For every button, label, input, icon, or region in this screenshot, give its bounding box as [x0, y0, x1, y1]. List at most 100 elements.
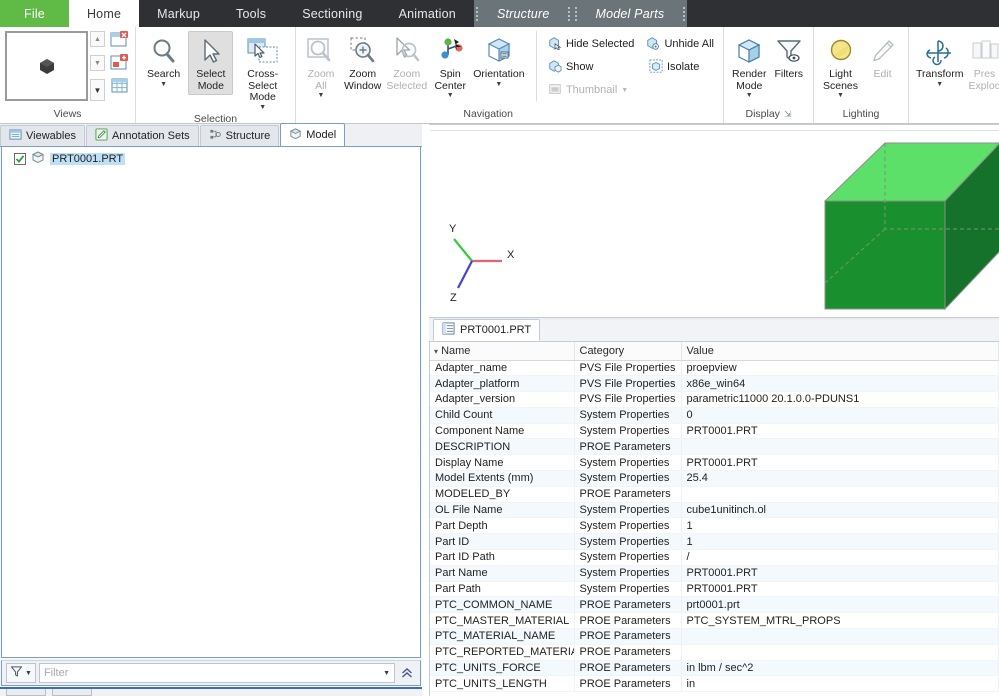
render-mode-button[interactable]: Render Mode ▼ [730, 31, 769, 102]
table-row[interactable]: Part Path System Properties PRT0001.PRT [430, 581, 999, 598]
view-thumbnail[interactable] [5, 31, 88, 101]
transform-button[interactable]: Transform ▼ [914, 31, 965, 91]
chevron-down-icon[interactable]: ▼ [259, 104, 266, 111]
filter-input[interactable]: Filter ▼ [38, 663, 395, 683]
table-row[interactable]: Part ID System Properties 1 [430, 533, 999, 551]
collapse-all-button[interactable] [398, 663, 416, 683]
isolate-button[interactable]: Isolate [645, 56, 703, 78]
column-header-name[interactable]: ▾ Name [430, 342, 575, 361]
show-button[interactable]: Show [544, 56, 641, 78]
table-row[interactable]: Adapter_platform PVS File Properties x86e_… [430, 375, 999, 393]
isolate-label: Isolate [666, 61, 700, 73]
edit-light-button[interactable]: Edit [862, 31, 903, 84]
tree-item-label: PRT0001.PRT [50, 152, 126, 165]
tab-tools[interactable]: Tools [218, 0, 284, 27]
cell-category: System Properties [574, 565, 682, 582]
left-panel-tabs: Viewables Annotation Sets Structure Mode… [0, 123, 422, 147]
unhide-all-button[interactable]: Unhide All [642, 33, 718, 55]
orientation-button[interactable]: Orientation ▼ [471, 31, 526, 91]
chevron-down-icon[interactable]: ▼ [383, 670, 390, 677]
table-row[interactable]: PTC_COMMON_NAME PROE Parameters prt0001.pr… [430, 596, 999, 614]
column-header-category[interactable]: Category [574, 342, 682, 361]
table-row[interactable]: Part Name System Properties PRT0001.PRT [430, 565, 999, 582]
left-panel: Viewables Annotation Sets Structure Mode… [0, 123, 422, 696]
view-grid-icon[interactable] [110, 77, 129, 97]
zoom-all-button[interactable]: Zoom All ▼ [301, 31, 341, 102]
thumbnail-icon [548, 82, 562, 99]
cross-select-mode-button[interactable]: Cross-Select Mode ▼ [235, 31, 290, 114]
cell-category: PVS File Properties [574, 375, 682, 393]
table-row[interactable]: DESCRIPTION PROE Parameters [430, 438, 999, 456]
delete-view-icon[interactable] [110, 31, 129, 51]
table-row[interactable]: Model Extents (mm) System Properties 25.4 [430, 470, 999, 487]
chevron-down-icon[interactable]: ▼ [447, 92, 454, 99]
tab-file[interactable]: File [0, 0, 69, 27]
left-tab-model[interactable]: Model [280, 123, 346, 146]
table-row[interactable]: MODELED_BY PROE Parameters [430, 486, 999, 503]
filters-button[interactable]: Filters [770, 31, 809, 84]
table-row[interactable]: PTC_REPORTED_MATERIAL PROE Parameters [430, 644, 999, 661]
table-row[interactable]: PTC_UNITS_FORCE PROE Parameters in lbm / s… [430, 660, 999, 677]
tab-markup[interactable]: Markup [139, 0, 218, 27]
zoom-window-button[interactable]: Zoom Window [342, 31, 383, 95]
table-row[interactable]: Display Name System Properties PRT0001.PRT [430, 454, 999, 472]
left-tab-annotation-sets[interactable]: Annotation Sets [85, 125, 199, 146]
chevron-down-icon[interactable]: ▼ [621, 87, 628, 94]
table-row[interactable]: Adapter_version PVS File Properties parame… [430, 391, 999, 408]
light-scenes-button[interactable]: Light Scenes ▼ [820, 31, 861, 102]
chevron-down-icon[interactable]: ▼ [837, 92, 844, 99]
cell-value: PRT0001.PRT [681, 565, 999, 582]
tab-structure[interactable]: Structure [480, 0, 566, 27]
table-row[interactable]: OL File Name System Properties cube1unitin… [430, 502, 999, 519]
zoom-selected-button[interactable]: Zoom Selected [384, 31, 429, 95]
cell-name: PTC_UNITS_FORCE [430, 660, 575, 677]
scroll-down-icon[interactable]: ▼ [90, 55, 105, 71]
left-tab-structure[interactable]: Structure [199, 125, 280, 146]
tab-animation[interactable]: Animation [381, 0, 474, 27]
tab-sectioning[interactable]: Sectioning [284, 0, 380, 27]
table-row[interactable]: Part ID Path System Properties / [430, 549, 999, 566]
properties-tab-label: PRT0001.PRT [460, 324, 532, 336]
cell-name: Child Count [430, 407, 575, 424]
column-header-value[interactable]: Value [681, 342, 999, 361]
tree-item-prt0001[interactable]: PRT0001.PRT [2, 147, 420, 170]
chevron-down-icon[interactable]: ▼ [936, 81, 943, 88]
table-row[interactable]: PTC_MASTER_MATERIAL PROE Parameters PTC_SY… [430, 612, 999, 630]
chevron-down-icon[interactable]: ▼ [318, 92, 325, 99]
3d-viewport[interactable]: Y X Z [429, 124, 999, 320]
table-row[interactable]: PTC_MATERIAL_NAME PROE Parameters [430, 628, 999, 645]
thumbnail-button[interactable]: Thumbnail ▼ [544, 79, 632, 101]
bottom-tab-stub[interactable] [52, 689, 92, 696]
filter-button[interactable]: ▼ [6, 663, 36, 683]
model-tree[interactable]: PRT0001.PRT [1, 147, 421, 658]
scroll-up-icon[interactable]: ▲ [90, 31, 105, 47]
chevron-down-icon[interactable]: ▼ [495, 81, 502, 88]
tree-item-checkbox[interactable] [14, 152, 26, 165]
table-row[interactable]: PTC_UNITS_LENGTH PROE Parameters in [430, 675, 999, 693]
new-view-icon[interactable] [110, 54, 129, 74]
table-row[interactable]: Adapter_name PVS File Properties proepview [430, 360, 999, 377]
chevron-down-icon[interactable]: ▼ [160, 81, 167, 88]
chevron-down-icon[interactable]: ▼ [25, 670, 32, 677]
3d-canvas[interactable]: Y X Z [430, 130, 999, 316]
tab-model-parts[interactable]: Model Parts [579, 0, 681, 27]
chevron-down-icon[interactable]: ▼ [746, 92, 753, 99]
properties-table-scroll[interactable]: ▾ Name Category Value Adapter_name PVS Fi… [429, 342, 999, 696]
spin-center-button[interactable]: Spin Center ▼ [430, 31, 470, 102]
search-button[interactable]: Search ▼ [141, 31, 186, 91]
left-tab-model-label: Model [306, 129, 337, 141]
transform-label: Transform [916, 68, 964, 80]
table-row[interactable]: Component Name System Properties PRT0001.P… [430, 423, 999, 440]
left-tab-viewables[interactable]: Viewables [0, 125, 85, 146]
more-views-icon[interactable]: ▼ [90, 79, 105, 101]
select-mode-button[interactable]: Select Mode [188, 31, 234, 95]
properties-tab-prt0001[interactable]: PRT0001.PRT [433, 319, 541, 341]
table-row[interactable]: Child Count System Properties 0 [430, 407, 999, 424]
bottom-tab-stub[interactable] [6, 689, 46, 696]
hide-selected-button[interactable]: Hide Selected [544, 33, 639, 55]
tab-home[interactable]: Home [68, 0, 140, 27]
table-row[interactable]: Part Depth System Properties 1 [430, 517, 999, 535]
cell-value: PRT0001.PRT [681, 581, 999, 598]
dialog-launcher-icon[interactable]: ⇲ [784, 107, 792, 122]
presentation-explode-button[interactable]: Pres Explod [966, 31, 999, 95]
